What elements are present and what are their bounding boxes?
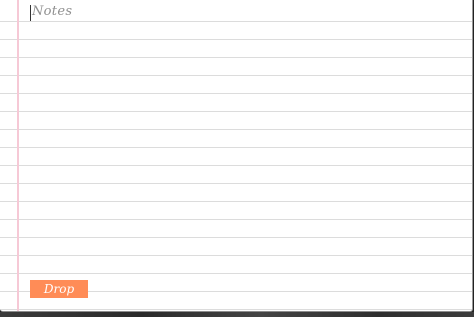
notes-placeholder: Notes <box>32 4 73 19</box>
notepad: Notes Drop <box>0 0 473 312</box>
drop-button[interactable]: Drop <box>30 280 88 298</box>
notes-textarea[interactable]: Notes <box>26 3 466 271</box>
text-caret <box>30 5 31 21</box>
margin-line <box>17 0 19 311</box>
background-strip <box>0 312 474 317</box>
